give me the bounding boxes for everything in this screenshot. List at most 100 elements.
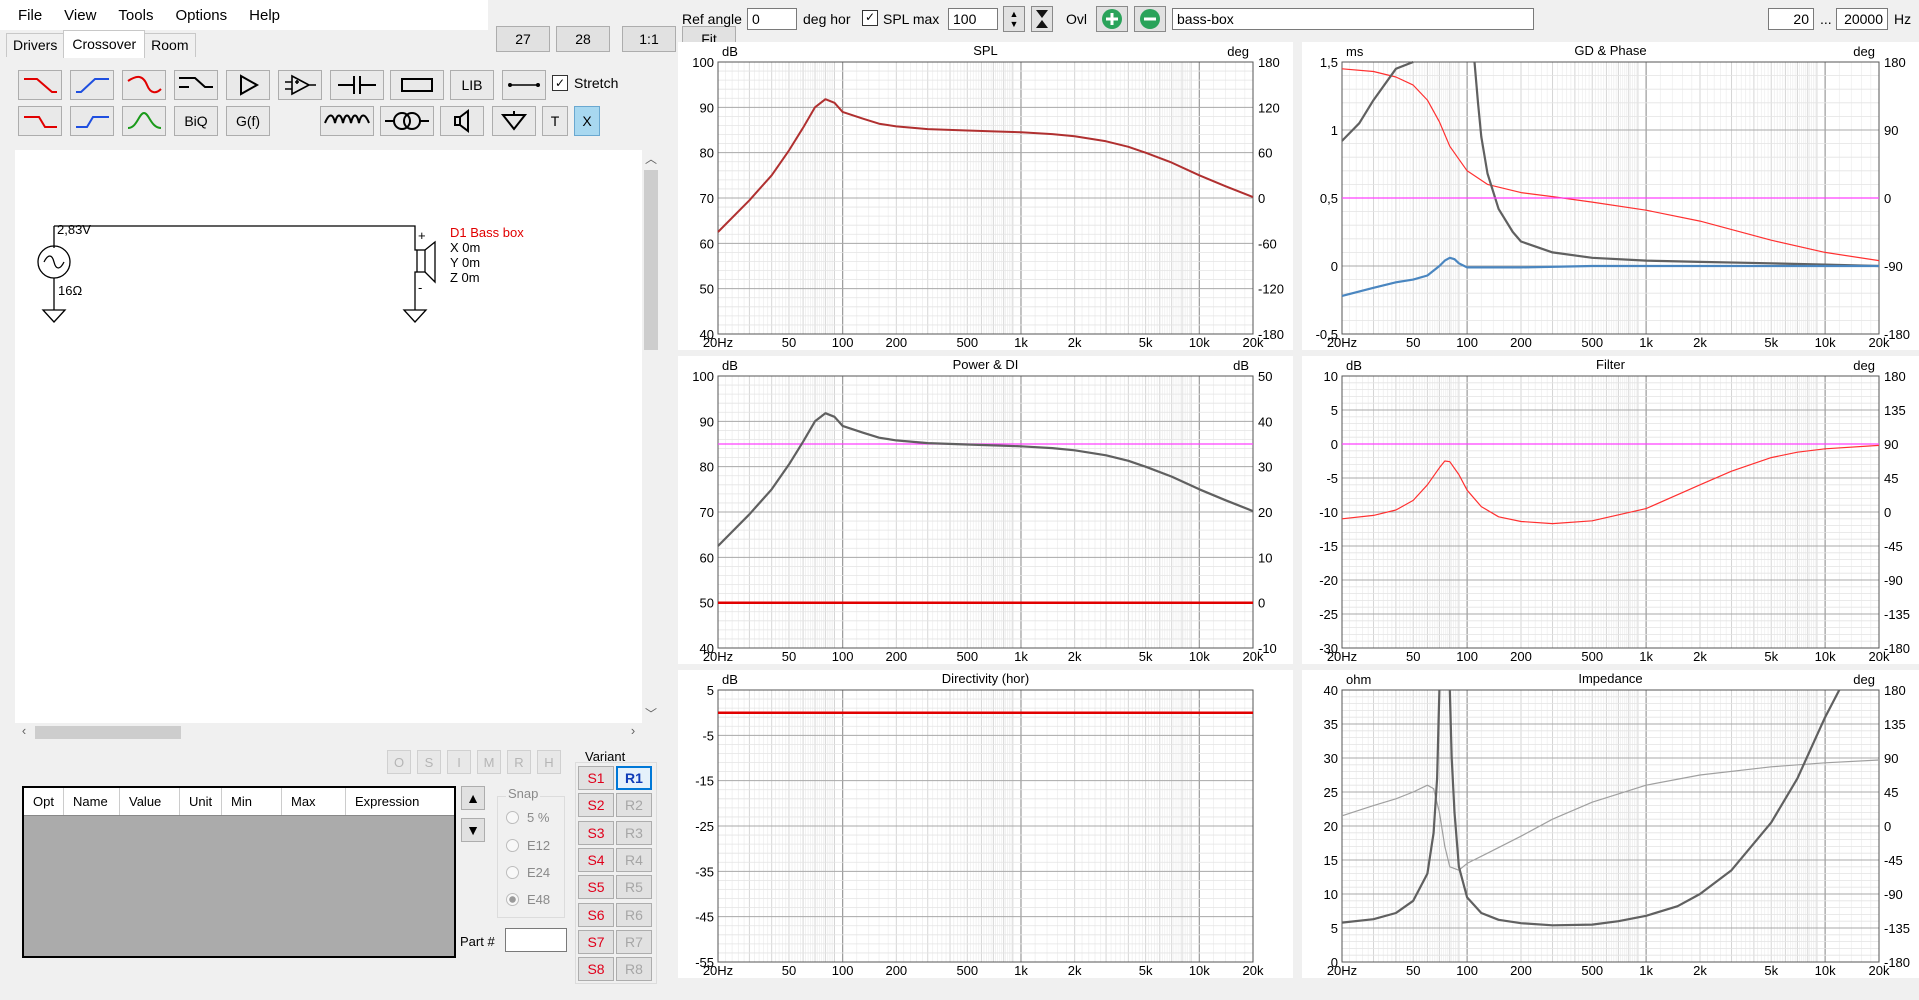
variant-r2-button[interactable]: R2 <box>616 793 652 818</box>
remove-overlay-button[interactable] <box>1134 6 1166 32</box>
opt-s-button[interactable]: S <box>417 750 441 774</box>
y-tick-label: 100 <box>692 55 714 70</box>
opamp-button[interactable] <box>278 70 322 100</box>
scroll-left-icon[interactable]: ‹ <box>15 723 33 741</box>
add-overlay-button[interactable] <box>1096 6 1128 32</box>
lowpass-red-button[interactable] <box>18 70 62 100</box>
capacitor-button[interactable] <box>330 70 384 100</box>
ground-button[interactable] <box>492 106 536 136</box>
x-toggle-button[interactable]: X <box>574 106 600 136</box>
zoom-1to1-button[interactable]: 1:1 <box>622 26 676 52</box>
y2-tick-label: 50 <box>1258 369 1272 384</box>
minus-circle-icon <box>1140 9 1160 29</box>
variant-s8-button[interactable]: S8 <box>578 957 614 982</box>
resistor-button[interactable] <box>390 70 444 100</box>
buffer-button[interactable] <box>226 70 270 100</box>
radio-icon <box>506 839 519 852</box>
variant-r3-button[interactable]: R3 <box>616 820 652 845</box>
menu-file[interactable]: File <box>0 7 53 24</box>
variant-s6-button[interactable]: S6 <box>578 902 614 927</box>
variant-s1-button[interactable]: S1 <box>578 766 614 790</box>
menu-help[interactable]: Help <box>238 7 291 24</box>
variant-s4-button[interactable]: S4 <box>578 847 614 872</box>
power-di-chart[interactable]: Power & DIdB dB10090807060504050403020100… <box>678 356 1293 664</box>
directivity-chart[interactable]: Directivity (hor)dB5-5-15-25-35-45-5520H… <box>678 670 1293 978</box>
lib-button[interactable]: LIB <box>450 70 494 100</box>
menu-tools[interactable]: Tools <box>107 7 164 24</box>
variant-r6-button[interactable]: R6 <box>616 902 652 927</box>
highpass-blue-button[interactable] <box>70 70 114 100</box>
spl-max-input[interactable]: 100 <box>948 8 998 30</box>
part-number-input[interactable] <box>505 928 567 952</box>
scroll-down-icon[interactable]: ﹀ <box>642 705 660 723</box>
variant-r7-button[interactable]: R7 <box>616 929 652 954</box>
shelf-black-button[interactable] <box>174 70 218 100</box>
y-tick-label: 90 <box>700 414 714 429</box>
bandpass-green-button[interactable] <box>122 106 166 136</box>
zoom-28-button[interactable]: 28 <box>556 26 610 52</box>
variant-r5-button[interactable]: R5 <box>616 875 652 900</box>
opt-h-button[interactable]: H <box>537 750 561 774</box>
zoom-27-button[interactable]: 27 <box>496 26 550 52</box>
vertical-scroll-thumb[interactable] <box>644 170 658 350</box>
snap-e48-radio[interactable]: E48 <box>506 892 550 907</box>
menu-options[interactable]: Options <box>164 7 238 24</box>
variant-r4-button[interactable]: R4 <box>616 847 652 872</box>
shelf-red-button[interactable] <box>122 70 166 100</box>
variant-s3-button[interactable]: S3 <box>578 820 614 845</box>
spin-up-icon[interactable]: ▲ <box>1010 9 1019 19</box>
y2-tick-label: -60 <box>1258 236 1277 251</box>
spl-chart[interactable]: SPLdB deg100908070605040180120600-60-120-… <box>678 42 1293 350</box>
menu-view[interactable]: View <box>53 7 107 24</box>
ref-angle-input[interactable]: 0 <box>747 8 797 30</box>
optimizer-table[interactable]: Opt Name Value Unit Min Max Expression <box>22 786 456 958</box>
opt-r-button[interactable]: R <box>507 750 531 774</box>
variant-s7-button[interactable]: S7 <box>578 929 614 954</box>
variant-r8-button[interactable]: R8 <box>616 957 652 982</box>
opt-o-button[interactable]: O <box>387 750 411 774</box>
filter-chart[interactable]: FilterdB deg1050-5-10-15-20-25-3018013590… <box>1302 356 1919 664</box>
opt-m-button[interactable]: M <box>477 750 501 774</box>
tab-crossover[interactable]: Crossover <box>63 30 146 58</box>
driver-name-label: D1 Bass box <box>450 225 524 240</box>
variant-r1-button[interactable]: R1 <box>616 766 652 790</box>
radio-selected-icon <box>506 893 519 906</box>
variant-s5-button[interactable]: S5 <box>578 875 614 900</box>
schematic-horizontal-scrollbar[interactable]: ‹ › <box>15 723 642 741</box>
freq-max-input[interactable]: 20000 <box>1836 8 1888 30</box>
tab-drivers[interactable]: Drivers <box>6 33 65 57</box>
inductor-button[interactable] <box>320 106 374 136</box>
x-tick-label: 5k <box>1139 963 1153 978</box>
impedance-chart[interactable]: Impedanceohm deg4035302520151050180135904… <box>1302 670 1919 978</box>
transformer-button[interactable] <box>380 106 434 136</box>
move-down-button[interactable]: ▼ <box>461 818 485 842</box>
scroll-up-icon[interactable]: ︿ <box>642 150 660 168</box>
text-button[interactable]: T <box>542 106 568 136</box>
biquad-button[interactable]: BiQ <box>174 106 218 136</box>
freq-min-input[interactable]: 20 <box>1768 8 1814 30</box>
lowpass2-red-button[interactable] <box>18 106 62 136</box>
x-tick-label: 100 <box>832 335 854 350</box>
stretch-checkbox[interactable]: ✓ Stretch <box>552 75 618 91</box>
snap-e24-radio[interactable]: E24 <box>506 865 550 880</box>
schematic-canvas[interactable]: 2,83V 16Ω + - D1 Bass box X 0m Y 0m Z 0m <box>15 150 642 723</box>
spl-max-spinner[interactable]: ▲ ▼ <box>1003 6 1025 32</box>
move-up-button[interactable]: ▲ <box>461 786 485 810</box>
gd-phase-chart[interactable]: GD & Phasems deg1,510,50-0,5180900-90-180… <box>1302 42 1919 350</box>
spin-down-icon[interactable]: ▼ <box>1010 19 1019 29</box>
scroll-right-icon[interactable]: › <box>624 723 642 741</box>
snap-5pct-radio[interactable]: 5 % <box>506 810 549 825</box>
tab-room[interactable]: Room <box>144 33 196 57</box>
opt-i-button[interactable]: I <box>447 750 471 774</box>
highpass2-blue-button[interactable] <box>70 106 114 136</box>
transfer-function-button[interactable]: G(f) <box>226 106 270 136</box>
project-name-input[interactable]: bass-box <box>1172 8 1534 30</box>
wire-button[interactable] <box>502 70 546 100</box>
schematic-vertical-scrollbar[interactable]: ︿ ﹀ <box>642 150 660 723</box>
horizontal-scroll-thumb[interactable] <box>35 726 181 739</box>
variant-s2-button[interactable]: S2 <box>578 793 614 818</box>
speaker-button[interactable] <box>440 106 484 136</box>
fit-vertical-button[interactable] <box>1031 6 1053 32</box>
spl-max-checkbox[interactable]: ✓ <box>862 10 878 26</box>
snap-e12-radio[interactable]: E12 <box>506 838 550 853</box>
